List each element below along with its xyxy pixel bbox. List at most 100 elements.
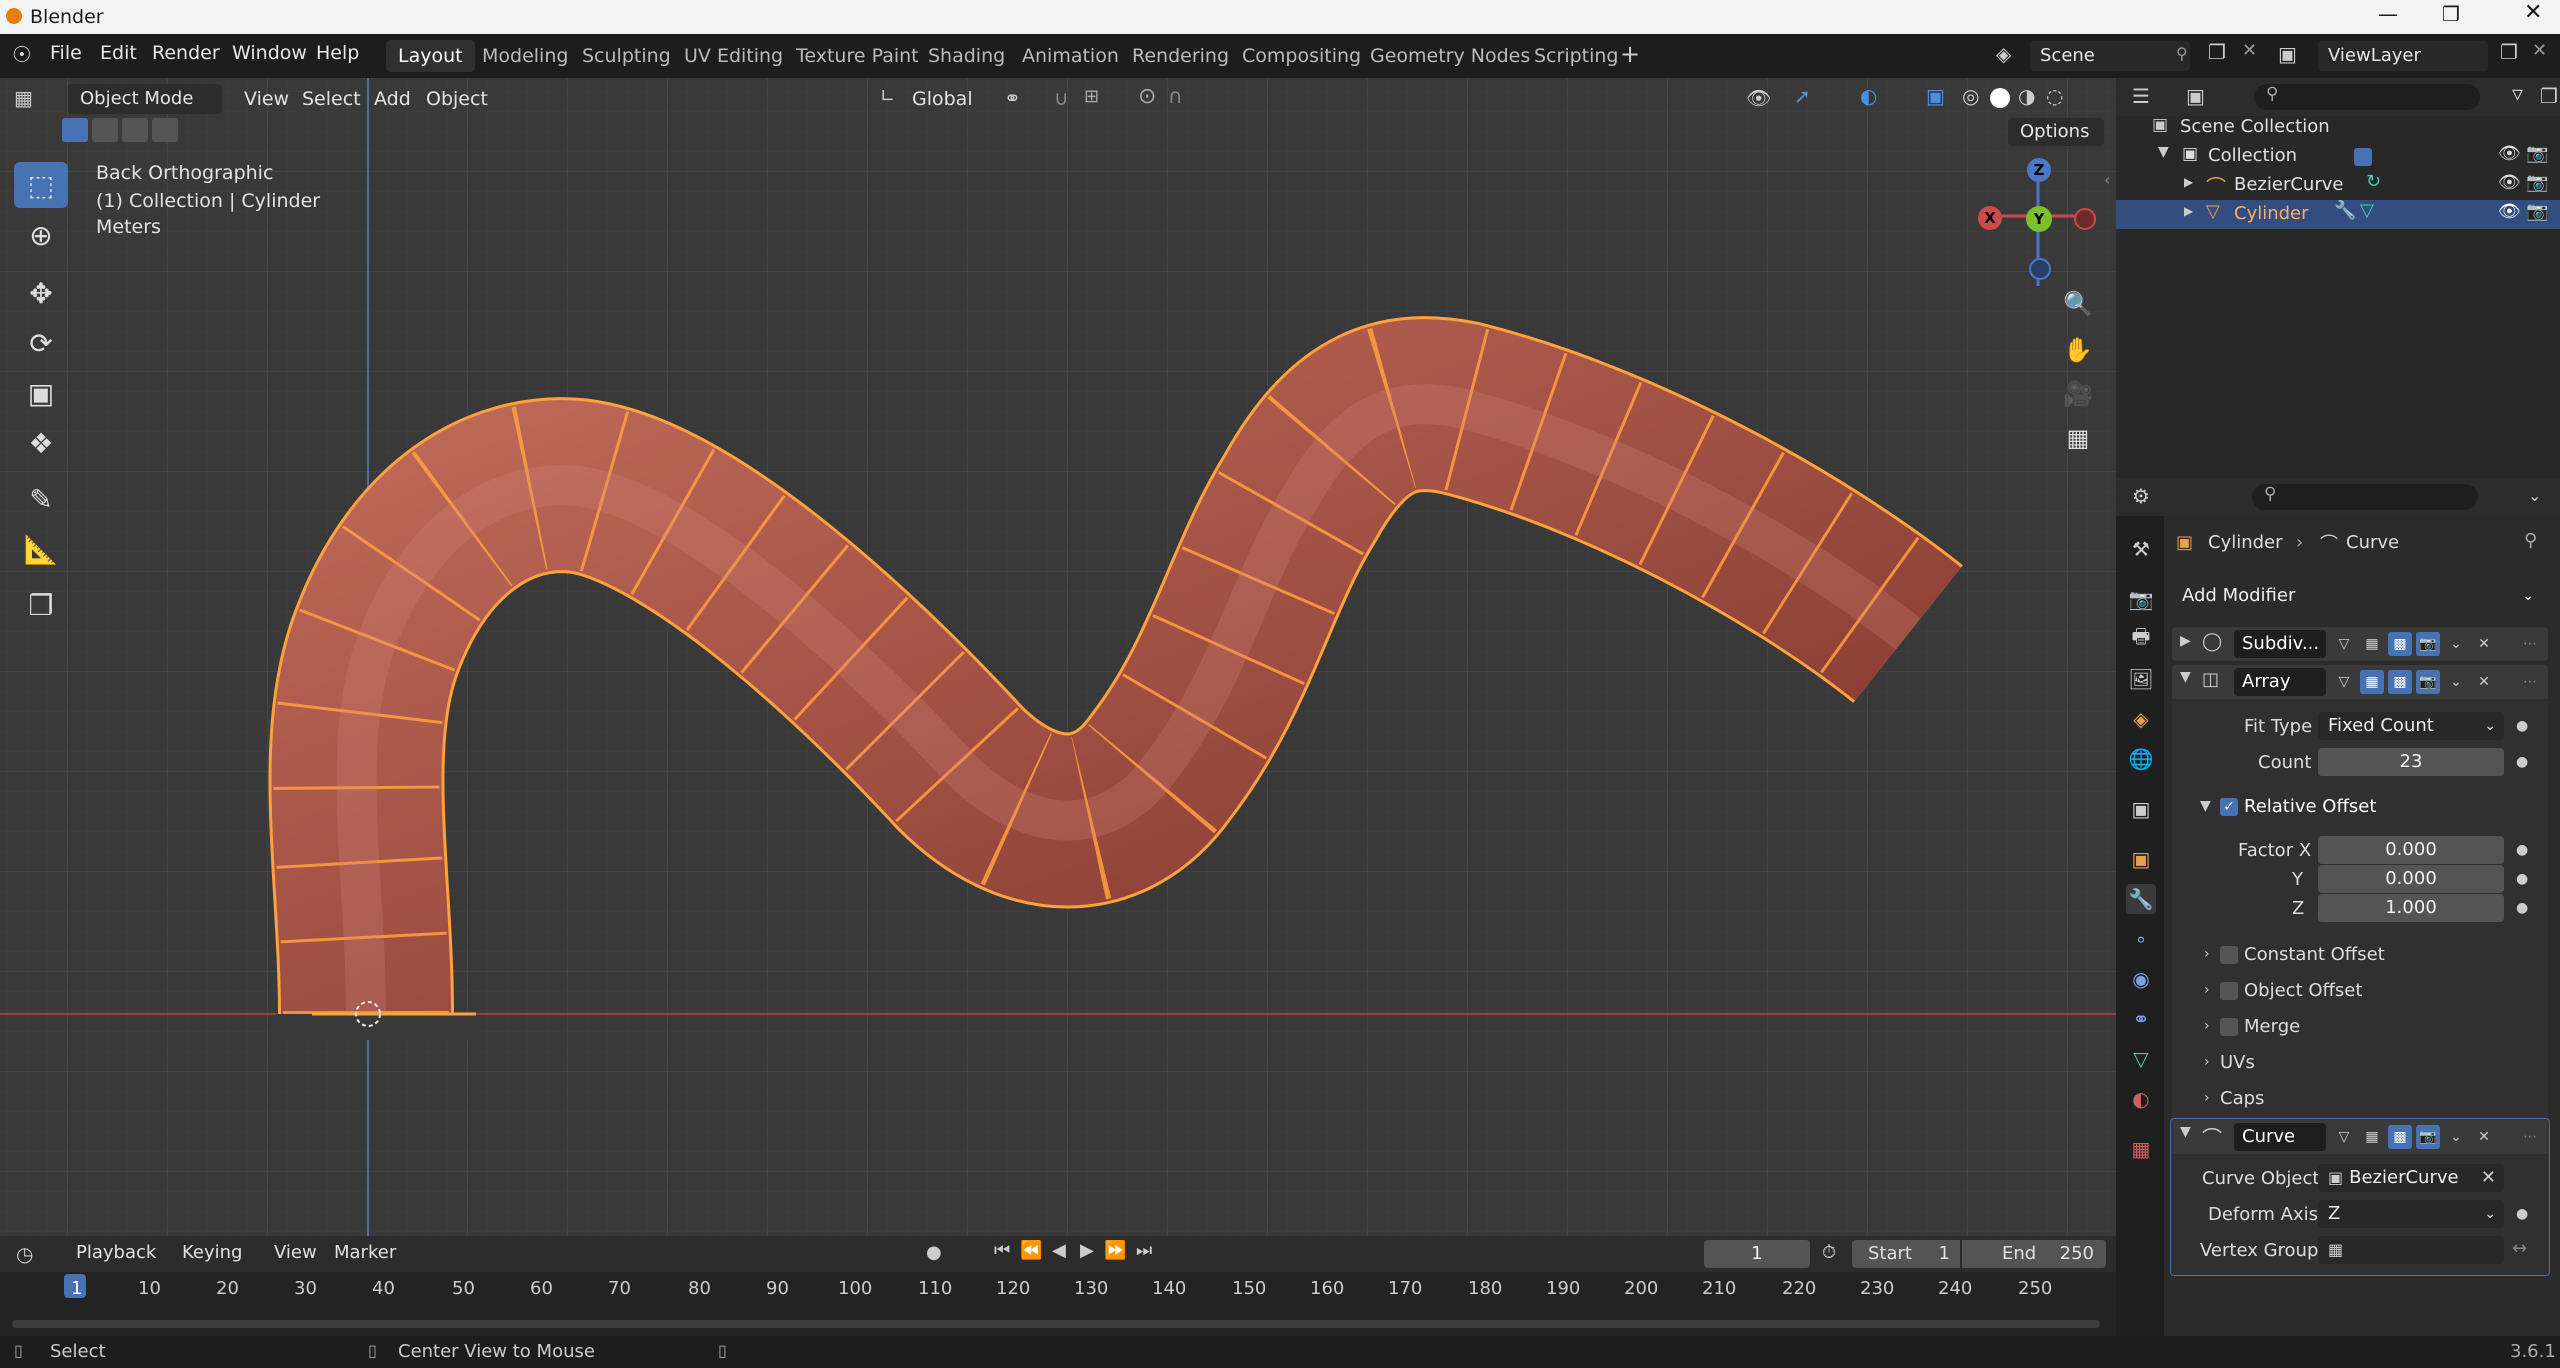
cursor-tool-icon[interactable]: ⊕ <box>14 212 68 258</box>
factor-y-field[interactable]: 0.000 <box>2318 865 2504 893</box>
curve-viewport-icon[interactable]: ▩ <box>2388 1125 2412 1149</box>
curve-object-field[interactable]: ▣ BezierCurve ✕ <box>2318 1164 2504 1192</box>
array-render-icon[interactable]: 📷 <box>2416 670 2440 694</box>
menu-render[interactable]: Render <box>152 42 220 64</box>
scene-icon[interactable]: ◈ <box>1996 42 2011 66</box>
deform-axis-keyframe-icon[interactable]: ● <box>2516 1206 2528 1222</box>
select-subtract-icon[interactable] <box>122 118 148 142</box>
menu-file[interactable]: File <box>50 42 82 64</box>
edit-mode-toggle-icon[interactable]: ▽ <box>2332 632 2356 656</box>
constraints-tab-icon[interactable]: ⚭ <box>2126 1004 2156 1034</box>
curve-menu-icon[interactable]: ⌄ <box>2444 1125 2468 1149</box>
expand-merge-icon[interactable]: › <box>2204 1018 2210 1034</box>
tab-uv-editing[interactable]: UV Editing <box>672 40 795 72</box>
data-tab-icon[interactable]: ▽ <box>2126 1044 2156 1074</box>
properties-options-icon[interactable]: ⌄ <box>2528 486 2541 505</box>
expand-caps-icon[interactable]: › <box>2204 1090 2210 1106</box>
curve-data-icon[interactable]: ↻ <box>2366 171 2381 192</box>
collection-tab-icon[interactable]: ▣ <box>2126 794 2156 824</box>
timeline-editor-icon[interactable]: ◷ <box>16 1242 33 1266</box>
filter-icon[interactable]: ▿ <box>2512 82 2523 107</box>
display-mode-icon[interactable]: ▣ <box>2186 84 2205 108</box>
jump-start-icon[interactable]: ⏮ <box>994 1240 1010 1261</box>
options-dropdown[interactable]: Options <box>2008 118 2104 146</box>
menu-select[interactable]: Select <box>302 88 361 110</box>
jump-end-icon[interactable]: ⏭ <box>1136 1240 1152 1261</box>
invert-vertex-group-icon[interactable]: ↔ <box>2512 1238 2527 1259</box>
select-extend-icon[interactable] <box>92 118 118 142</box>
curve-cage-icon[interactable]: ▦ <box>2360 1125 2384 1149</box>
curve-edit-mode-icon[interactable]: ▽ <box>2332 1125 2356 1149</box>
gizmo-y-axis[interactable]: Y <box>2026 206 2052 232</box>
snap-increment-icon[interactable]: ⊞ <box>1084 86 1099 107</box>
object-offset-checkbox[interactable] <box>2220 982 2238 1000</box>
menu-edit[interactable]: Edit <box>100 42 137 64</box>
wireframe-shading-icon[interactable]: ◎ <box>1962 84 1979 108</box>
expand-relative-offset-icon[interactable]: ▼ <box>2200 798 2211 814</box>
tab-layout[interactable]: Layout <box>386 40 475 72</box>
falloff-icon[interactable]: ∩ <box>1168 84 1183 108</box>
tab-scripting[interactable]: Scripting <box>1522 40 1631 72</box>
outliner-row-collection[interactable]: ▼ ▣ Collection 👁 📷 <box>2116 142 2560 171</box>
new-view-layer-icon[interactable]: ❐ <box>2500 40 2518 64</box>
end-frame-field[interactable]: End 250 <box>1962 1240 2106 1268</box>
viewport-3d[interactable]: ▦ Object Mode View Select Add Object ∟ G… <box>0 78 2116 1236</box>
viewport-toggle-icon[interactable]: ▩ <box>2388 632 2412 656</box>
factor-x-field[interactable]: 0.000 <box>2318 836 2504 864</box>
material-shading-icon[interactable]: ◑ <box>2018 84 2035 108</box>
tab-texture-paint[interactable]: Texture Paint <box>784 40 931 72</box>
close-icon[interactable]: ✕ <box>2524 0 2542 25</box>
solid-shading-icon[interactable] <box>1990 88 2010 108</box>
gizmo-toggle-icon[interactable]: ➚ <box>1794 84 1811 108</box>
cylinder-render-icon[interactable]: 📷 <box>2526 201 2548 222</box>
menu-marker[interactable]: Marker <box>334 1242 396 1263</box>
ortho-grid-icon[interactable]: ▦ <box>2058 418 2098 458</box>
factor-y-keyframe-icon[interactable]: ● <box>2516 871 2528 887</box>
tab-rendering[interactable]: Rendering <box>1120 40 1241 72</box>
transform-tool-icon[interactable]: ❖ <box>14 420 68 466</box>
render-toggle-icon[interactable]: 📷 <box>2416 632 2440 656</box>
play-icon[interactable]: ▶ <box>1080 1240 1094 1261</box>
delete-scene-icon[interactable]: ✕ <box>2242 40 2257 61</box>
modifier-wrench-icon[interactable]: 🔧 <box>2334 200 2356 221</box>
render-tab-icon[interactable]: 📷 <box>2126 584 2156 614</box>
expand-array-icon[interactable]: ▼ <box>2180 669 2191 685</box>
gizmo-z-axis[interactable]: Z <box>2027 158 2051 182</box>
properties-search-input[interactable] <box>2252 484 2478 510</box>
relative-offset-checkbox[interactable]: ✓ <box>2220 798 2238 816</box>
menu-view[interactable]: View <box>244 88 289 110</box>
play-reverse-icon[interactable]: ◀ <box>1052 1240 1066 1261</box>
mesh-data-icon[interactable]: ▽ <box>2360 200 2374 221</box>
view-layer-selector[interactable]: ViewLayer <box>2318 41 2488 71</box>
subdivision-menu-icon[interactable]: ⌄ <box>2444 632 2468 656</box>
frame-ruler[interactable]: 1 10 20 30 40 50 60 70 80 90 100 110 120… <box>0 1272 2116 1302</box>
add-cube-tool-icon[interactable]: ❐ <box>14 582 68 628</box>
sidebar-toggle-icon[interactable]: ‹ <box>2104 170 2110 189</box>
expand-curve-modifier-icon[interactable]: ▼ <box>2180 1124 2191 1140</box>
fit-type-keyframe-icon[interactable]: ● <box>2516 718 2528 734</box>
menu-keying[interactable]: Keying <box>182 1242 242 1263</box>
tab-geometry-nodes[interactable]: Geometry Nodes <box>1358 40 1542 72</box>
expand-constant-offset-icon[interactable]: › <box>2204 946 2210 962</box>
transform-orientation-dropdown[interactable]: Global <box>912 88 973 110</box>
auto-keying-icon[interactable]: ● <box>926 1242 942 1263</box>
outliner-row-scene-collection[interactable]: ▣ Scene Collection <box>2116 113 2560 142</box>
pin-scene-icon[interactable]: ⚲ <box>2176 44 2188 63</box>
factor-x-keyframe-icon[interactable]: ● <box>2516 842 2528 858</box>
mode-dropdown[interactable]: Object Mode <box>68 84 222 114</box>
menu-help[interactable]: Help <box>316 42 359 64</box>
tab-animation[interactable]: Animation <box>1010 40 1131 72</box>
array-name-field[interactable]: Array <box>2234 668 2326 696</box>
new-collection-icon[interactable]: ❐ <box>2540 84 2558 108</box>
scene-selector[interactable]: Scene <box>2030 41 2190 71</box>
expand-beziercurve-icon[interactable]: ▶ <box>2184 175 2193 189</box>
menu-playback[interactable]: Playback <box>76 1242 156 1263</box>
curve-drag-handle-icon[interactable]: ⋯ <box>2518 1125 2542 1149</box>
gizmo-neg-x-axis[interactable] <box>2074 208 2096 230</box>
xray-toggle-icon[interactable]: ▣ <box>1926 84 1945 108</box>
modifier-curve-header[interactable]: ▼ ⌒ Curve ▽ ▦ ▩ 📷 ⌄ ✕ ⋯ <box>2172 1120 2548 1154</box>
pivot-icon[interactable]: ⚭ <box>1004 86 1021 110</box>
scale-tool-icon[interactable]: ▣ <box>14 370 68 416</box>
minimize-icon[interactable]: — <box>2378 2 2398 26</box>
proportional-editing-icon[interactable]: ⊙ <box>1138 84 1156 109</box>
